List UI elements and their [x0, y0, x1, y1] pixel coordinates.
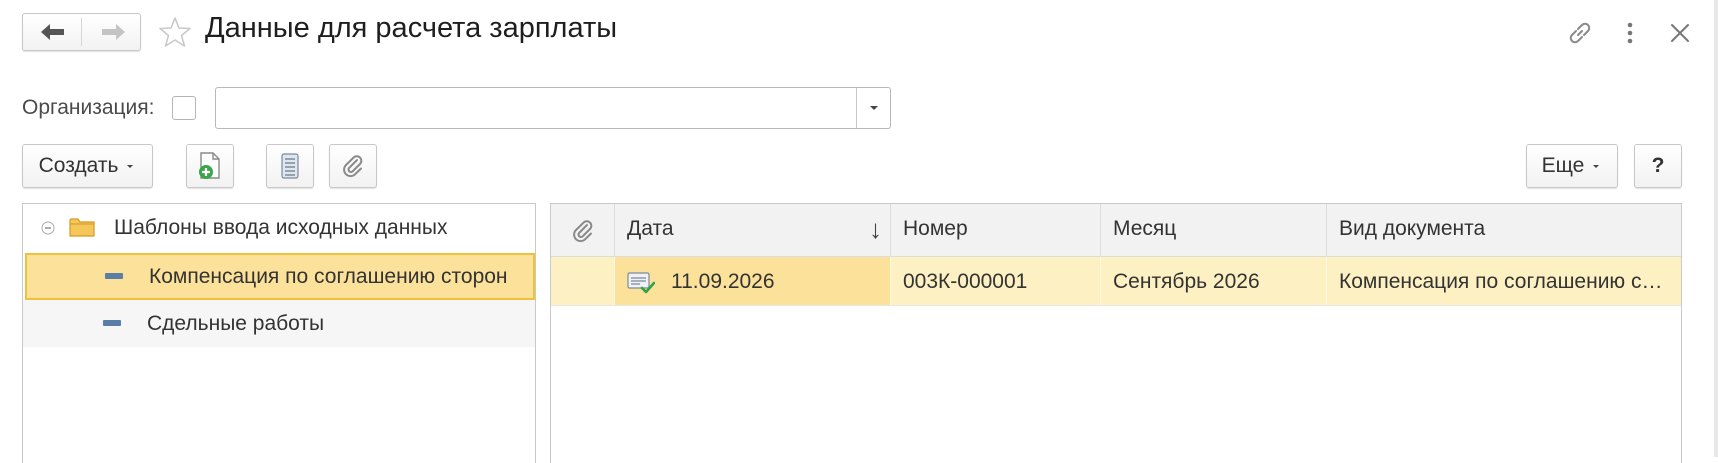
cell-doc-type-value: Компенсация по соглашению с…: [1339, 270, 1663, 293]
tree-root[interactable]: Шаблоны ввода исходных данных: [23, 204, 535, 251]
chevron-down-icon: [869, 106, 878, 110]
create-from-template-button[interactable]: [186, 144, 234, 188]
tree-item-compensation[interactable]: Компенсация по соглашению сторон: [25, 253, 535, 300]
tree-item-label: Компенсация по соглашению сторон: [149, 265, 508, 288]
arrow-right-icon: [101, 24, 125, 40]
table-row[interactable]: 11.09.2026 003К-000001 Сентябрь 2026 Ком…: [551, 257, 1681, 306]
cell-month-value: Сентябрь 2026: [1113, 270, 1260, 293]
help-button[interactable]: ?: [1634, 144, 1682, 188]
cell-number[interactable]: 003К-000001: [891, 257, 1101, 305]
paperclip-icon: [573, 220, 593, 243]
cell-doc-type[interactable]: Компенсация по соглашению с…: [1327, 257, 1681, 305]
column-date-label: Дата: [627, 217, 674, 240]
paperclip-icon: [343, 155, 363, 178]
link-icon: [1569, 22, 1591, 44]
cell-month[interactable]: Сентябрь 2026: [1101, 257, 1327, 305]
column-number[interactable]: Номер: [891, 204, 1101, 256]
element-icon: [105, 273, 123, 279]
folder-icon: [69, 218, 95, 237]
column-month[interactable]: Месяц: [1101, 204, 1327, 256]
cell-attachments: [551, 257, 615, 305]
column-attachments[interactable]: [551, 204, 615, 256]
close-icon: [1671, 24, 1689, 42]
link-button[interactable]: [1565, 18, 1595, 48]
arrow-left-icon: [40, 24, 64, 40]
cell-date-value: 11.09.2026: [671, 270, 775, 293]
page-title: Данные для расчета зарплаты: [205, 12, 618, 44]
element-icon: [103, 320, 121, 326]
list-view-button[interactable]: [266, 144, 314, 188]
organization-dropdown-button[interactable]: [857, 88, 890, 128]
column-doc-type-label: Вид документа: [1339, 217, 1486, 240]
chevron-down-icon: [1593, 165, 1600, 168]
tree-item-label: Сдельные работы: [147, 312, 325, 335]
chevron-down-icon: [127, 165, 134, 168]
help-button-label: ?: [1651, 154, 1665, 177]
sort-desc-icon: ↓: [869, 214, 882, 244]
star-icon: [159, 17, 191, 47]
cell-date[interactable]: 11.09.2026: [615, 257, 891, 305]
panel-splitter[interactable]: [540, 203, 546, 463]
column-number-label: Номер: [903, 217, 968, 240]
column-doc-type[interactable]: Вид документа: [1327, 204, 1681, 256]
cell-number-value: 003К-000001: [903, 270, 1028, 293]
nav-separator: [81, 18, 82, 46]
add-document-icon: [199, 152, 220, 179]
tree-item-piecework[interactable]: Сдельные работы: [23, 300, 535, 347]
navigation-buttons: [22, 13, 141, 51]
organization-label: Организация:: [22, 96, 155, 119]
templates-tree: Шаблоны ввода исходных данных Компенсаци…: [22, 203, 536, 463]
column-month-label: Месяц: [1113, 217, 1177, 240]
attachments-button[interactable]: [329, 144, 377, 188]
more-actions-button[interactable]: [1620, 18, 1640, 48]
create-button[interactable]: Создать: [22, 144, 153, 188]
more-vertical-icon: [1627, 22, 1633, 44]
create-button-label: Создать: [38, 154, 119, 177]
table-header: Дата ↓ Номер Месяц Вид документа: [551, 204, 1681, 257]
organization-field[interactable]: [215, 87, 891, 129]
more-button-label: Еще: [1541, 154, 1585, 177]
document-posted-icon: [627, 272, 655, 294]
favorite-button[interactable]: [158, 15, 192, 49]
window-scrollbar[interactable]: [1714, 0, 1718, 457]
documents-table: Дата ↓ Номер Месяц Вид документа 11.09.2…: [550, 203, 1682, 463]
forward-button[interactable]: [83, 14, 142, 50]
tree-root-label: Шаблоны ввода исходных данных: [114, 216, 448, 239]
column-date[interactable]: Дата ↓: [615, 204, 891, 256]
list-icon: [281, 153, 299, 179]
more-button[interactable]: Еще: [1526, 144, 1618, 188]
back-button[interactable]: [23, 14, 82, 50]
close-button[interactable]: [1665, 18, 1695, 48]
collapse-icon[interactable]: [41, 221, 55, 235]
organization-filter-checkbox[interactable]: [172, 96, 196, 120]
